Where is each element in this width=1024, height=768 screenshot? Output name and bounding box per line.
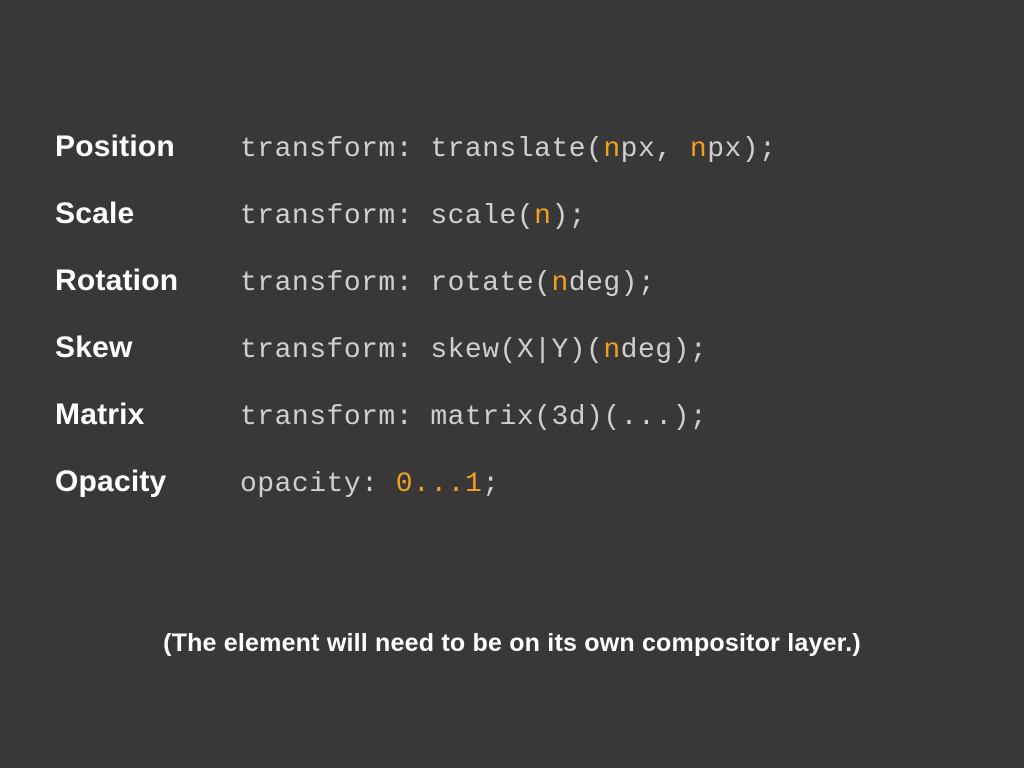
code-variable: n <box>603 335 620 366</box>
row-code-opacity: opacity: 0...1; <box>240 469 500 500</box>
table-row: Matrix transform: matrix(3d)(...); <box>55 398 974 433</box>
code-variable: n <box>551 268 568 299</box>
row-label-skew: Skew <box>55 331 240 365</box>
table-row: Position transform: translate(npx, npx); <box>55 130 974 165</box>
row-code-skew: transform: skew(X|Y)(ndeg); <box>240 335 707 366</box>
footnote-text: (The element will need to be on its own … <box>0 629 1024 658</box>
row-label-opacity: Opacity <box>55 465 240 499</box>
row-label-position: Position <box>55 130 240 164</box>
code-text: ); <box>551 201 586 232</box>
code-text: px, <box>621 134 690 165</box>
table-row: Scale transform: scale(n); <box>55 197 974 232</box>
code-variable: n <box>603 134 620 165</box>
code-text: deg); <box>569 268 656 299</box>
code-variable: 0...1 <box>396 469 483 500</box>
row-label-rotation: Rotation <box>55 264 240 298</box>
row-label-scale: Scale <box>55 197 240 231</box>
code-text: transform: skew(X|Y)( <box>240 335 603 366</box>
code-variable: n <box>690 134 707 165</box>
code-text: transform: translate( <box>240 134 603 165</box>
row-label-matrix: Matrix <box>55 398 240 432</box>
table-row: Opacity opacity: 0...1; <box>55 465 974 500</box>
code-text: ; <box>482 469 499 500</box>
row-code-rotation: transform: rotate(ndeg); <box>240 268 655 299</box>
code-text: opacity: <box>240 469 396 500</box>
code-text: transform: rotate( <box>240 268 551 299</box>
row-code-matrix: transform: matrix(3d)(...); <box>240 402 707 433</box>
table-row: Skew transform: skew(X|Y)(ndeg); <box>55 331 974 366</box>
row-code-position: transform: translate(npx, npx); <box>240 134 776 165</box>
code-text: px); <box>707 134 776 165</box>
code-text: transform: scale( <box>240 201 534 232</box>
code-text: transform: matrix(3d)(...); <box>240 402 707 433</box>
properties-table: Position transform: translate(npx, npx);… <box>55 130 974 500</box>
row-code-scale: transform: scale(n); <box>240 201 586 232</box>
code-variable: n <box>534 201 551 232</box>
table-row: Rotation transform: rotate(ndeg); <box>55 264 974 299</box>
code-text: deg); <box>621 335 708 366</box>
